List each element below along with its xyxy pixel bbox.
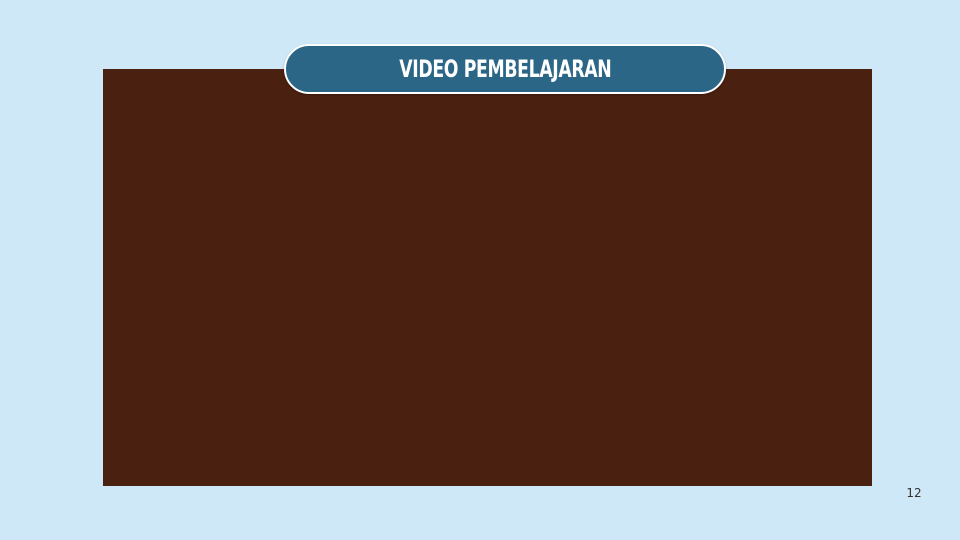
title-banner: VIDEO PEMBELAJARAN xyxy=(284,44,726,94)
slide-background: VIDEO PEMBELAJARAN 12 xyxy=(0,0,960,540)
page-number: 12 xyxy=(906,486,922,500)
video-player-area[interactable] xyxy=(103,69,872,486)
slide-title: VIDEO PEMBELAJARAN xyxy=(398,55,612,83)
